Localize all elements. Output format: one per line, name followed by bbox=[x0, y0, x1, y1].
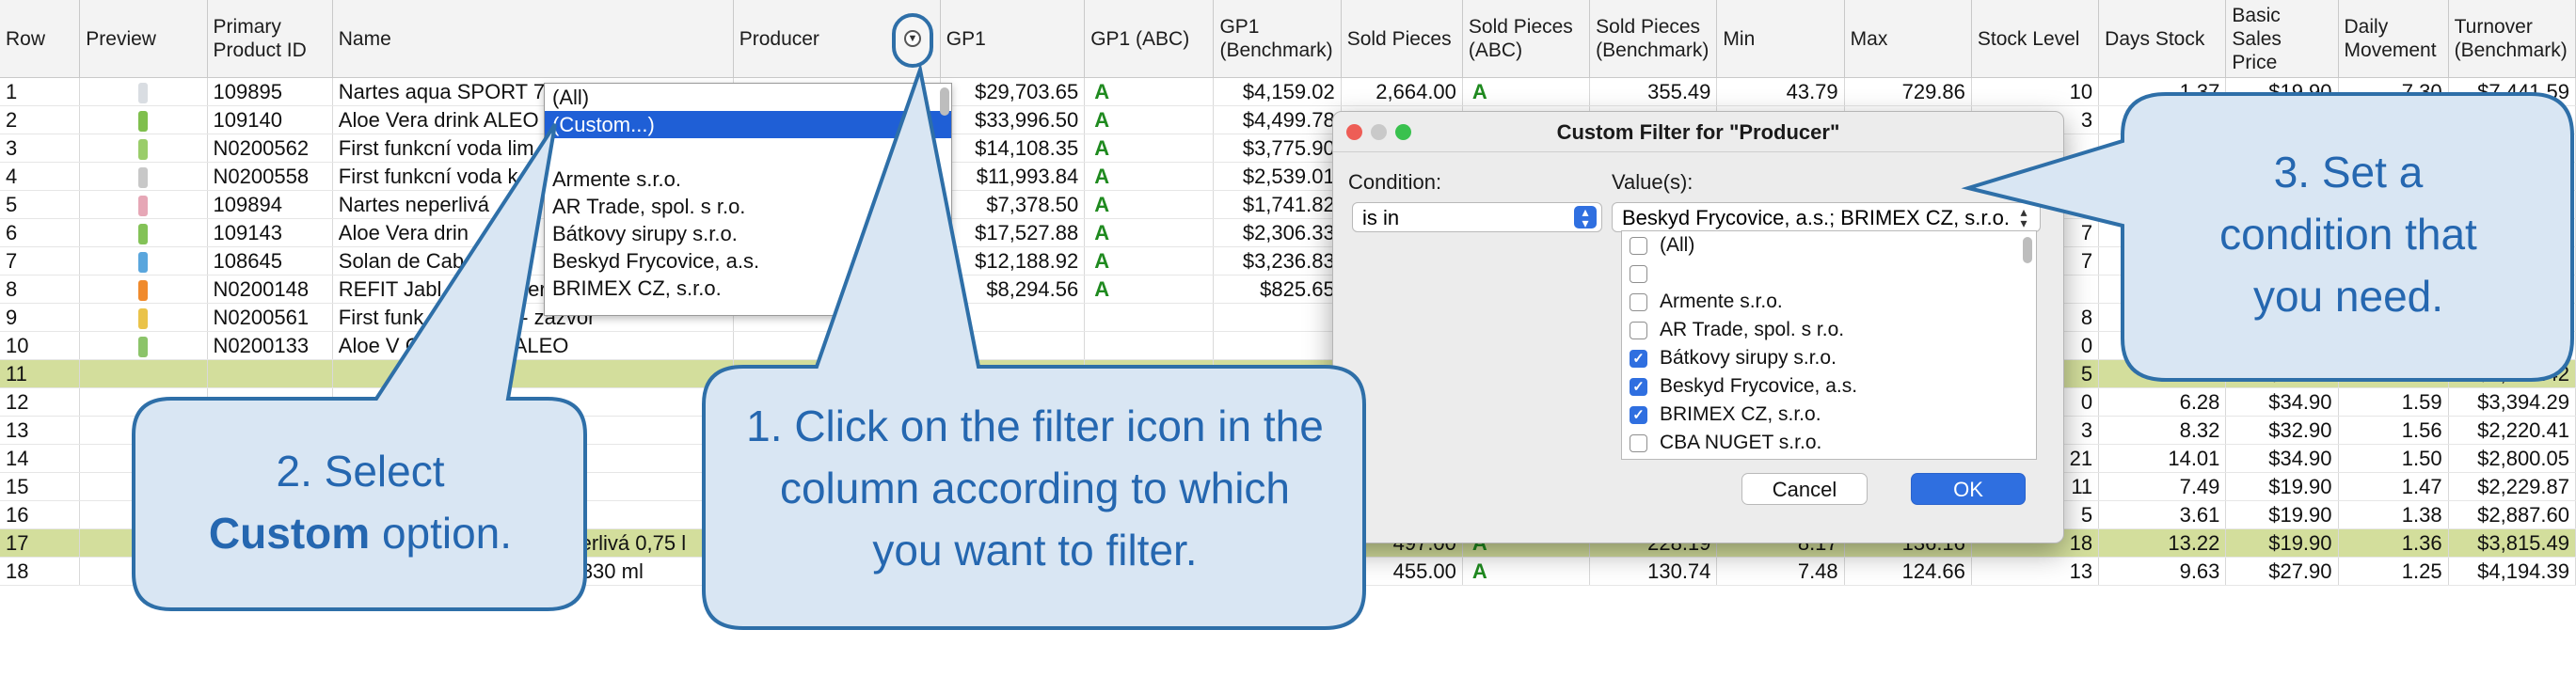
callout-step3-text: 3. Set a condition that you need. bbox=[2219, 148, 2477, 321]
callout-step2-bold: Custom bbox=[208, 509, 371, 558]
callout-step2-suffix: option. bbox=[381, 509, 513, 558]
callout-step2-prefix: 2. Select bbox=[276, 447, 445, 496]
callout-step2-text: 2. Select Custom option. bbox=[149, 440, 572, 564]
callout-step1-text: 1. Click on the filter icon in the colum… bbox=[746, 401, 1324, 575]
